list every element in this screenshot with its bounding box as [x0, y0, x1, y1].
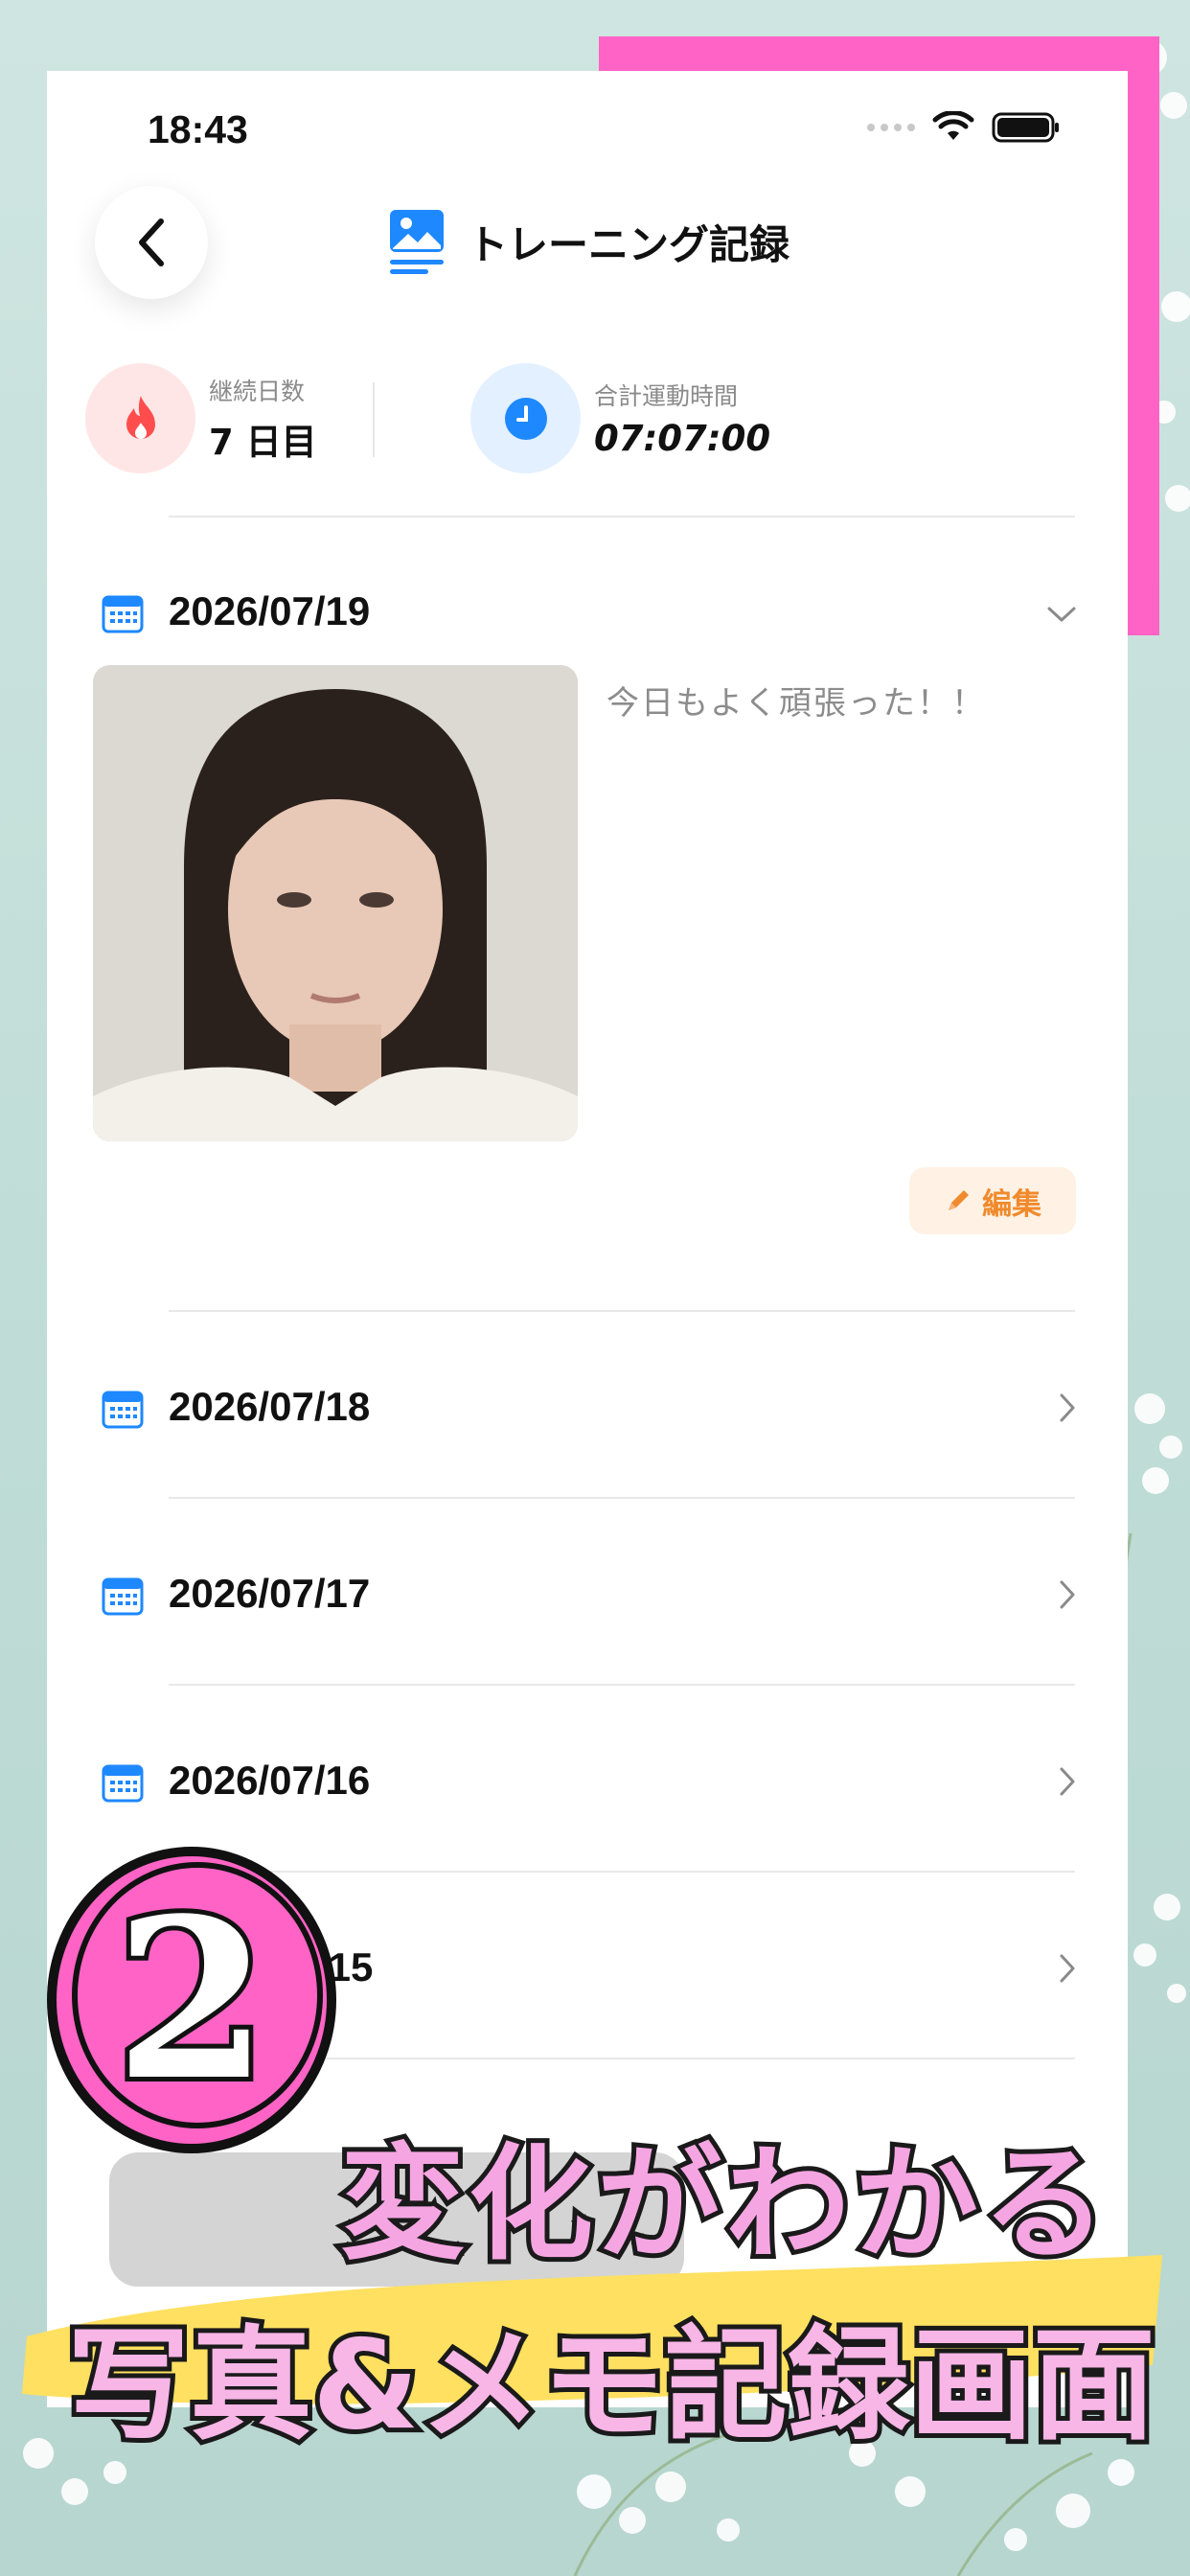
entry-row[interactable]: 2026/07/17 — [47, 1542, 1128, 1647]
entry-date: 2026/07/17 — [169, 1571, 371, 1616]
total-time-icon-circle — [470, 363, 581, 473]
total-time-label: 合計運動時間 — [594, 382, 739, 410]
total-time-value: 07:07:00 — [594, 418, 771, 459]
divider — [169, 1497, 1075, 1499]
signal-icon — [867, 124, 915, 131]
entry-date: 2026/07/18 — [169, 1384, 371, 1429]
streak-icon-circle — [85, 363, 195, 473]
status-bar: 18:43 — [47, 71, 1128, 196]
status-time: 18:43 — [148, 107, 248, 151]
calendar-icon — [102, 1764, 144, 1803]
image-icon — [390, 210, 444, 274]
portrait-photo — [93, 665, 578, 1141]
status-icons — [867, 111, 1061, 144]
streak-stat: 継続日数 7 日目 — [85, 363, 317, 473]
chevron-down-icon — [1047, 607, 1076, 622]
entry-row[interactable]: 2026/07/16 — [47, 1729, 1128, 1834]
entry-date: 2026/07/16 — [169, 1758, 371, 1803]
streak-value: 7 日目 — [209, 421, 317, 463]
total-time-text: 合計運動時間 07:07:00 — [594, 378, 770, 459]
chevron-left-icon — [139, 218, 164, 266]
step-badge: 2 — [47, 1847, 336, 2153]
calendar-icon — [102, 1391, 144, 1429]
divider — [169, 1310, 1075, 1312]
total-time-stat: 合計運動時間 07:07:00 — [470, 363, 770, 473]
divider — [169, 516, 1075, 518]
battery-icon — [992, 112, 1059, 143]
chevron-right-icon — [1060, 1393, 1075, 1422]
divider — [169, 1684, 1075, 1686]
wifi-icon — [932, 111, 974, 140]
chevron-right-icon — [1060, 1580, 1075, 1609]
fire-icon — [126, 395, 155, 439]
stats-summary: 継続日数 7 日目 合計運動時間 07:07:00 — [85, 363, 1082, 473]
chevron-right-icon — [1060, 1954, 1075, 1983]
entry-row-expanded[interactable]: 2026/07/19 — [47, 560, 1128, 665]
calendar-icon — [102, 1577, 144, 1616]
badge-number: 2 — [115, 1871, 268, 2129]
streak-text: 継続日数 7 日目 — [209, 373, 317, 465]
back-button[interactable] — [95, 186, 208, 299]
edit-button[interactable]: 編集 — [909, 1167, 1076, 1234]
page-title: トレーニング記録 — [468, 220, 790, 268]
chevron-right-icon — [1060, 1767, 1075, 1796]
stats-divider — [373, 382, 375, 457]
training-photo[interactable] — [93, 665, 578, 1141]
page-title-group: トレーニング記録 — [387, 207, 790, 276]
entry-memo: 今日もよく頑張った！！ — [606, 684, 986, 723]
entry-date: 2026/07/19 — [169, 588, 371, 633]
edit-label: 編集 — [982, 1186, 1041, 1222]
calendar-icon — [102, 595, 144, 633]
nav-bar: トレーニング記録 — [47, 186, 1128, 330]
entry-row[interactable]: 2026/07/18 — [47, 1355, 1128, 1460]
pencil-icon — [949, 1190, 969, 1210]
promo-subheadline: 写真&メモ記録画面 — [62, 2310, 1160, 2462]
streak-label: 継続日数 — [209, 377, 306, 405]
clock-icon — [504, 397, 547, 440]
